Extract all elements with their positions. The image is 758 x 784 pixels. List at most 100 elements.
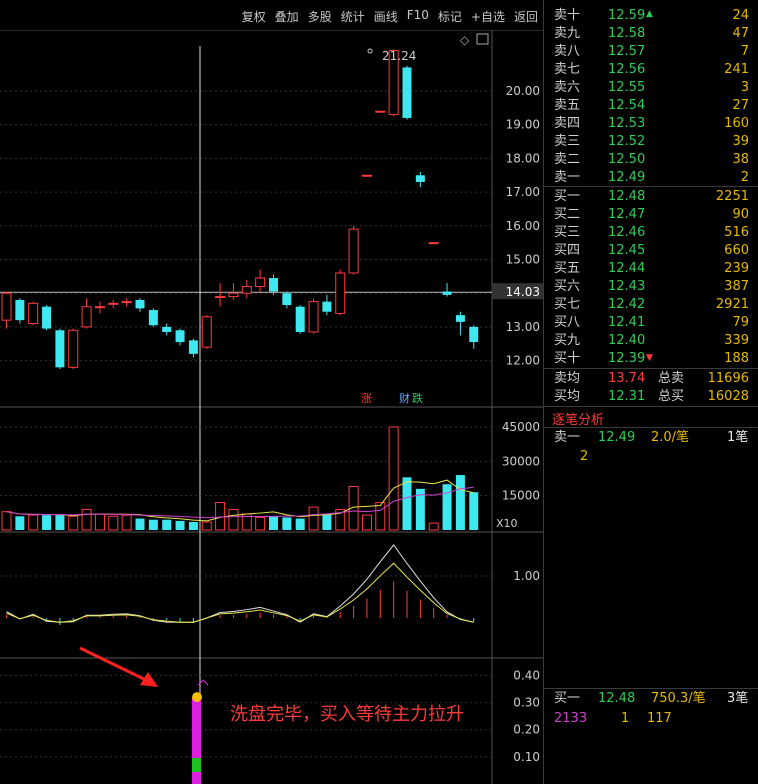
high-marker: [367, 48, 373, 54]
toolbar-item-1[interactable]: 叠加: [275, 8, 299, 25]
volume-tick-label: 45000: [502, 420, 540, 434]
candle-body: [241, 285, 252, 294]
toolbar-item-5[interactable]: F10: [407, 8, 429, 25]
volume-bar: [442, 484, 452, 530]
volume-bar: [255, 516, 266, 531]
volume-bar: [269, 516, 278, 530]
volume-tick-label: 15000: [502, 489, 540, 503]
indicator-tick-label: 0.30: [513, 696, 540, 710]
indicator-green-block: [192, 758, 201, 772]
tick-sell1-detail: 2: [580, 449, 589, 464]
tick-buy1-detail-1: 2133: [554, 711, 588, 726]
tick-buy1-detail-2: 1: [621, 711, 630, 726]
buy-8-row: 买八 12.41 79: [554, 315, 749, 330]
candle-body: [455, 315, 465, 322]
volume-bar: [308, 506, 319, 531]
buy-9-row: 买九 12.40 339: [554, 333, 749, 348]
macd-dea-line: [6, 562, 474, 623]
high-price-label: 21.24: [382, 49, 416, 63]
toolbar-item-3[interactable]: 统计: [341, 8, 365, 25]
chart-svg[interactable]: 20.0019.0018.0017.0016.0015.0014.0013.00…: [0, 30, 543, 784]
tick-divider-2: [544, 688, 758, 689]
volume-bar: [121, 514, 132, 531]
tick-analysis-title[interactable]: 逐笔分析: [552, 409, 604, 428]
indicator-tick-label: 0.20: [513, 723, 540, 737]
volume-bar: [68, 515, 79, 531]
price-tick-label: 18.00: [506, 151, 540, 165]
volume-bar: [148, 519, 158, 530]
candle-body: [442, 291, 452, 295]
sell-5-row: 卖五 12.54 27: [554, 98, 749, 113]
volume-bar: [135, 518, 145, 530]
candle-body: [361, 174, 372, 177]
candle-body: [295, 306, 305, 332]
volume-bar: [361, 514, 372, 531]
order-book-divider: [544, 186, 758, 187]
volume-bar: [201, 521, 212, 531]
chart-area[interactable]: 20.0019.0018.0017.0016.0015.0014.0013.00…: [0, 30, 543, 784]
candle-body: [375, 110, 386, 113]
annotation-text: 洗盘完毕，买入等待主力拉升: [230, 704, 464, 725]
sell-6-row: 卖六 12.55 3: [554, 80, 749, 95]
candle-body: [255, 277, 266, 287]
tick-buy1-label: 买一: [554, 691, 581, 706]
sell-10-row: 卖十 12.59 ▲ 24: [544, 7, 754, 25]
marker-cai: 财: [399, 391, 410, 405]
volume-bar: [188, 521, 198, 530]
candle-body: [148, 310, 158, 326]
volume-tick-label: 30000: [502, 454, 540, 468]
candle-body: [121, 301, 132, 304]
buy-avg-row: 买均 12.31 总买 16028: [554, 389, 749, 404]
order-book-panel: 卖十 12.59 ▲ 24 卖九 12.58 47 卖八 12.57 7 卖七 12.56…: [543, 0, 758, 784]
volume-bar: [455, 475, 465, 530]
buy-4-row: 买四 12.45 660: [554, 243, 749, 258]
price-tick-label: 13.00: [506, 320, 540, 334]
buy-3-row: 买三 12.46 516: [554, 225, 749, 240]
candle-body: [469, 326, 479, 343]
buy-10-row: 买十 12.39 ▼ 188: [554, 351, 749, 366]
candle-body: [348, 228, 359, 274]
toolbar-item-2[interactable]: 多股: [308, 8, 332, 25]
volume-bar: [108, 515, 119, 531]
price-tick-label: 20.00: [506, 84, 540, 98]
tick-sell1-amount: 2.0/笔: [651, 430, 690, 445]
toolbar-item-7[interactable]: +自选: [471, 8, 505, 25]
candle-body: [188, 340, 198, 354]
up-arrow-icon: ▲: [646, 9, 653, 19]
toolbar-item-6[interactable]: 标记: [438, 8, 462, 25]
volume-bar: [81, 508, 92, 531]
volume-bar: [162, 519, 172, 530]
tick-buy1-count: 3笔: [727, 691, 749, 706]
tick-buy1-detail-3: 117: [647, 711, 672, 726]
candle-body: [135, 299, 145, 309]
sell-1-row: 卖一 12.49 2: [554, 170, 749, 185]
buy-5-row: 买五 12.44 239: [554, 261, 749, 276]
price-tick-label: 15.00: [506, 253, 540, 267]
price-tick-label: 17.00: [506, 185, 540, 199]
marker-zhang: 涨: [361, 392, 372, 405]
candle-body: [68, 329, 79, 368]
sell-10-label: 卖十: [554, 8, 581, 23]
candle-body: [228, 292, 239, 298]
volume-bar: [228, 508, 239, 531]
candle-body: [428, 242, 439, 245]
toolbar-item-4[interactable]: 画线: [374, 8, 398, 25]
diamond-icon: ◇: [460, 33, 470, 47]
volume-bar: [94, 513, 105, 531]
volume-bar: [322, 513, 332, 530]
sell-10-price: 12.59: [608, 8, 646, 23]
order-book-divider-3: [544, 406, 758, 407]
volume-bar: [388, 426, 399, 531]
tick-buy1-price: 12.48: [598, 691, 636, 706]
candle-body: [269, 278, 278, 292]
tick-sell1-label: 卖一: [554, 430, 581, 445]
volume-bar: [215, 502, 226, 531]
toolbar-item-0[interactable]: 复权: [242, 8, 266, 25]
sell-avg-row: 卖均 13.74 总卖 11696: [554, 371, 749, 386]
tick-sell1-price: 12.49: [598, 430, 636, 445]
down-arrow-icon: ▼: [646, 353, 653, 363]
price-tick-label: 12.00: [506, 354, 540, 368]
toolbar-item-8[interactable]: 返回: [514, 8, 538, 25]
candle-body: [55, 330, 65, 368]
buy-6-row: 买六 12.43 387: [554, 279, 749, 294]
